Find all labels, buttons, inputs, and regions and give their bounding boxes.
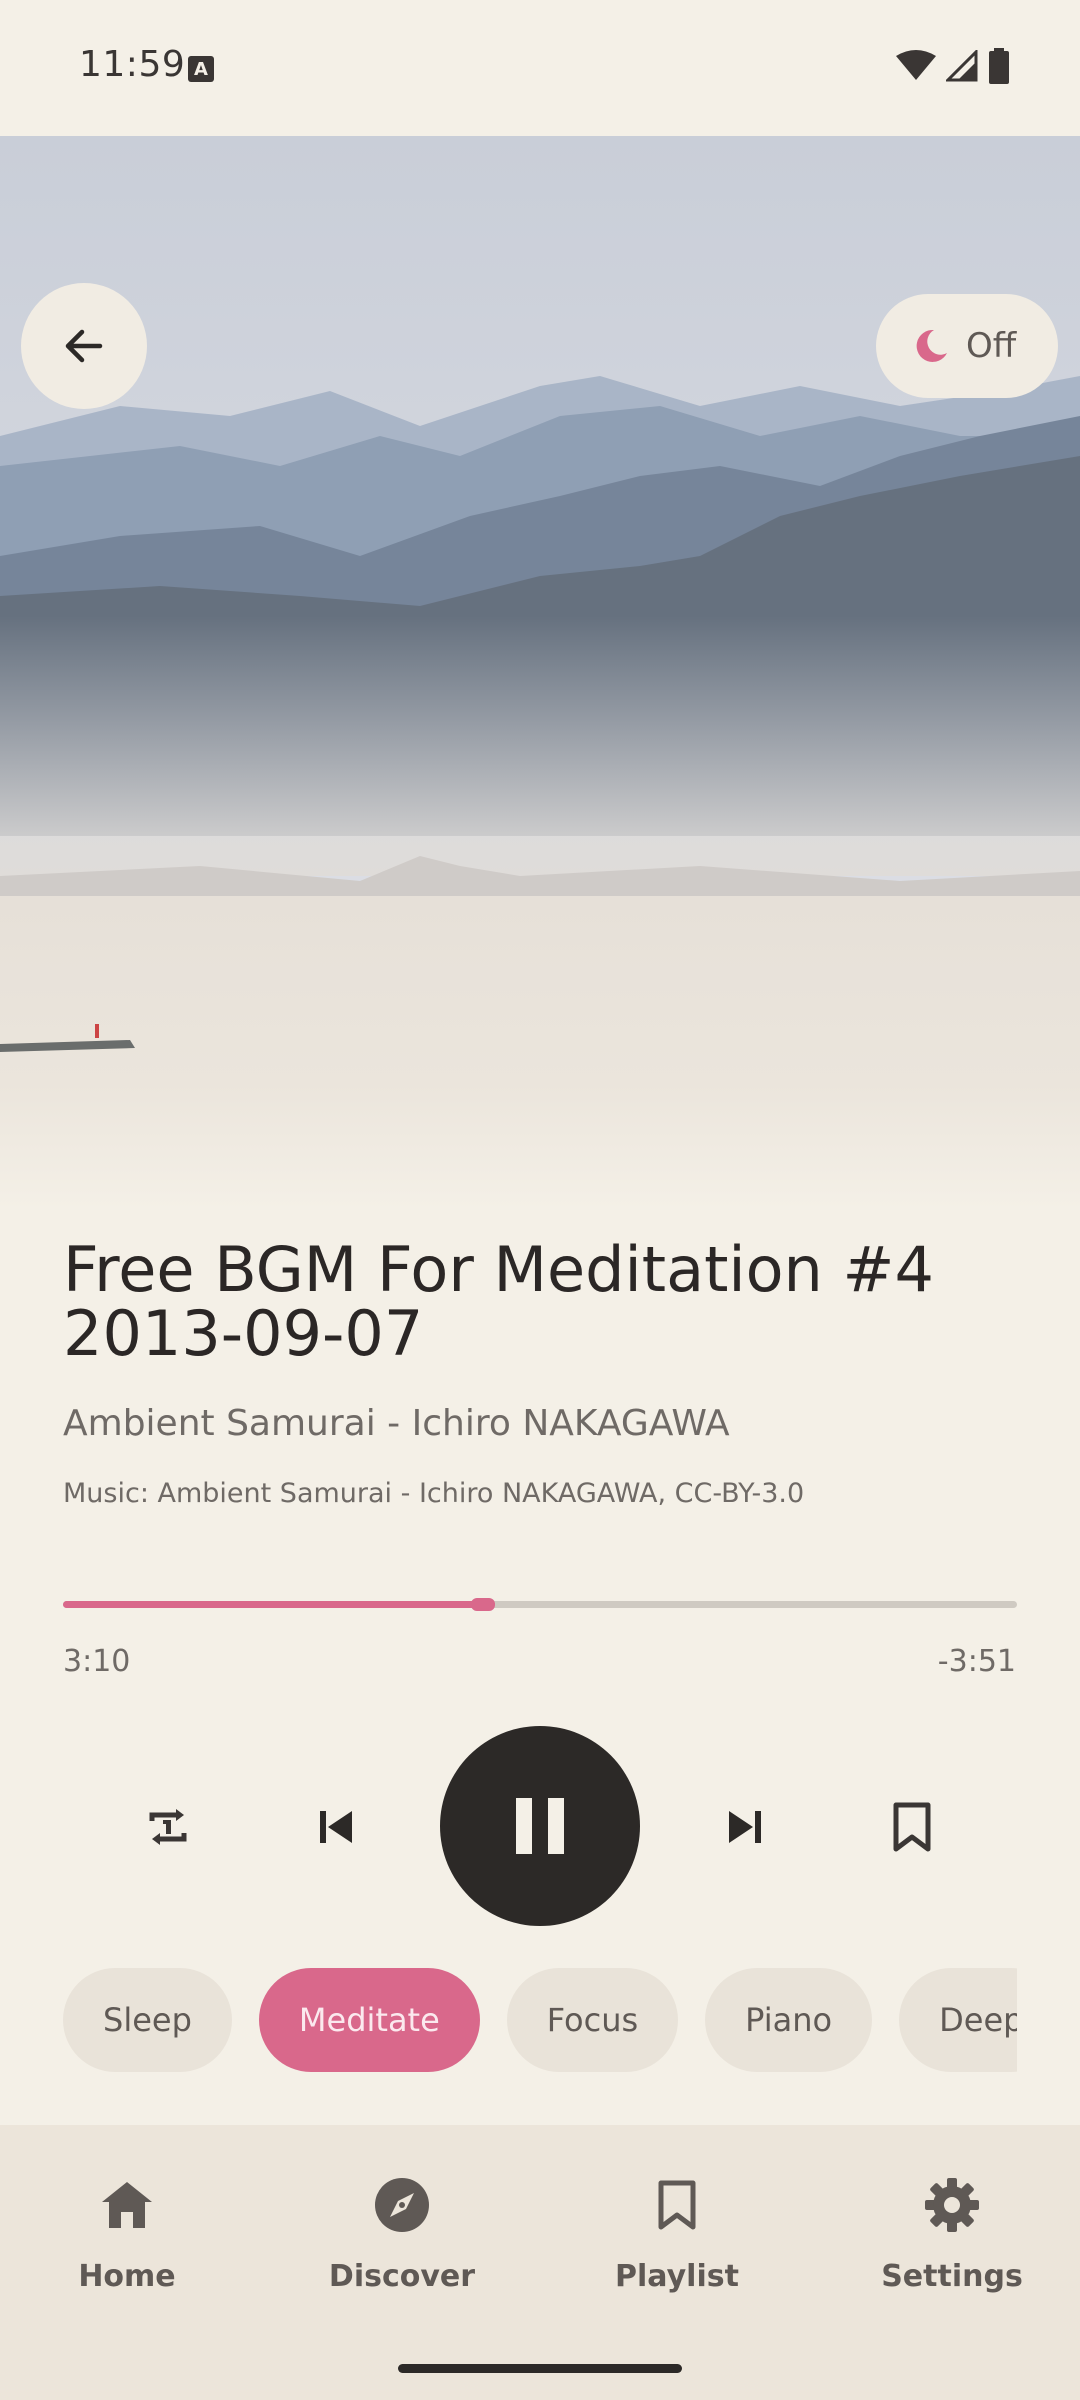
gear-icon bbox=[925, 2178, 979, 2232]
sleep-timer-button[interactable]: Off bbox=[876, 294, 1058, 398]
nav-item-home[interactable]: Home bbox=[27, 2165, 227, 2315]
progress-fill bbox=[63, 1601, 483, 1608]
back-button[interactable] bbox=[21, 283, 147, 409]
nav-label-home: Home bbox=[78, 2259, 176, 2294]
chip-piano[interactable]: Piano bbox=[705, 1968, 873, 2072]
chip-focus[interactable]: Focus bbox=[506, 1968, 679, 2072]
nav-item-playlist[interactable]: Playlist bbox=[577, 2165, 777, 2315]
nav-item-discover[interactable]: Discover bbox=[302, 2165, 502, 2315]
compass-icon bbox=[375, 2178, 429, 2232]
nav-label-settings: Settings bbox=[881, 2259, 1023, 2294]
battery-icon bbox=[989, 48, 1009, 84]
next-button[interactable] bbox=[705, 1787, 785, 1867]
arrow-left-icon bbox=[65, 329, 103, 363]
moon-icon bbox=[916, 329, 947, 362]
sleep-timer-label: Off bbox=[966, 326, 1017, 366]
home-icon bbox=[102, 2182, 152, 2228]
status-bar: 11:59 A bbox=[0, 0, 1080, 136]
track-title: Free BGM For Meditation #4 2013-09-07 bbox=[63, 1233, 934, 1370]
track-credit: Music: Ambient Samurai - Ichiro NAKAGAWA… bbox=[63, 1478, 805, 1509]
pause-icon bbox=[516, 1798, 564, 1854]
signal-icon bbox=[946, 50, 978, 82]
home-indicator[interactable] bbox=[398, 2364, 682, 2373]
repeat-icon bbox=[149, 1809, 187, 1845]
time-elapsed: 3:10 bbox=[63, 1644, 131, 1679]
bookmark-icon bbox=[658, 2180, 696, 2230]
nav-label-playlist: Playlist bbox=[615, 2259, 739, 2294]
chip-deep[interactable]: Deep bbox=[899, 1968, 1017, 2072]
status-time: 11:59 bbox=[79, 44, 186, 85]
skip-previous-icon bbox=[320, 1811, 352, 1843]
keyboard-indicator-icon: A bbox=[188, 56, 214, 82]
previous-button[interactable] bbox=[296, 1787, 376, 1867]
skip-next-icon bbox=[729, 1811, 761, 1843]
status-icons bbox=[896, 48, 1010, 84]
chip-sleep[interactable]: Sleep bbox=[63, 1968, 232, 2072]
bookmark-button[interactable] bbox=[872, 1787, 952, 1867]
wifi-icon bbox=[896, 50, 936, 80]
progress-thumb[interactable] bbox=[470, 1598, 495, 1611]
progress-slider[interactable] bbox=[63, 1598, 1017, 1611]
track-artist: Ambient Samurai - Ichiro NAKAGAWA bbox=[63, 1403, 730, 1444]
bottom-navigation: Home Discover Playlist Settings bbox=[0, 2125, 1080, 2400]
nav-label-discover: Discover bbox=[328, 2259, 476, 2294]
chip-meditate[interactable]: Meditate bbox=[258, 1968, 480, 2072]
pause-button[interactable] bbox=[440, 1726, 640, 1926]
category-chips: Sleep Meditate Focus Piano Deep bbox=[63, 1968, 1017, 2072]
nav-item-settings[interactable]: Settings bbox=[852, 2165, 1052, 2315]
repeat-button[interactable] bbox=[128, 1787, 208, 1867]
time-remaining: -3:51 bbox=[937, 1644, 1016, 1679]
bookmark-icon bbox=[893, 1802, 931, 1852]
